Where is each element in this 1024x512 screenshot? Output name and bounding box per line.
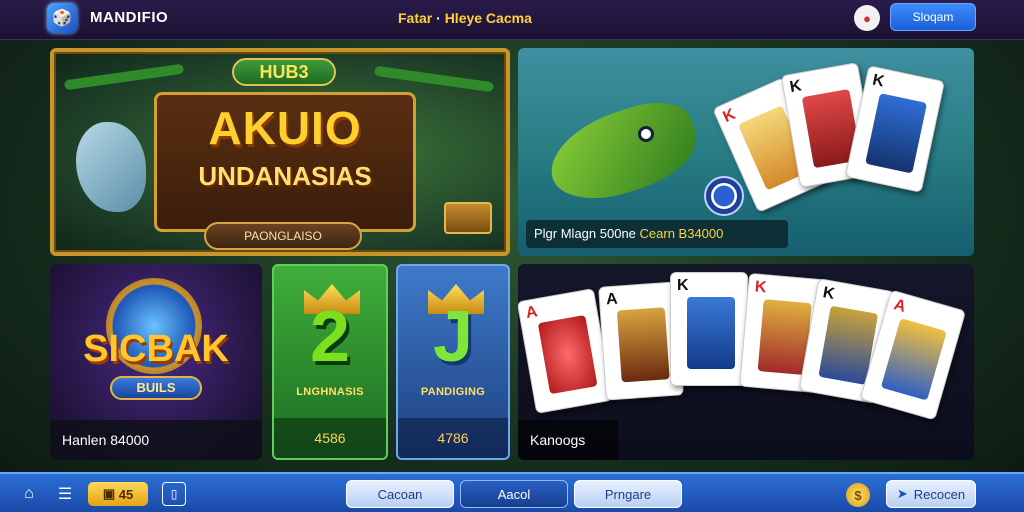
signin-button[interactable]: Sloqam: [890, 3, 976, 31]
card-art: [616, 307, 670, 383]
arrow-icon: ➤: [896, 486, 908, 501]
card-game-footer: Kanoogs: [518, 420, 618, 460]
grid-icon[interactable]: ▯: [162, 482, 186, 506]
game-glyph: 2: [309, 297, 351, 377]
featured-play-button[interactable]: PAONGLAISO: [204, 222, 362, 250]
header-title-separator: ·: [436, 10, 441, 26]
card-rank: K: [870, 71, 886, 91]
fish-eye: [638, 126, 654, 142]
card-game-tile[interactable]: A A K K K A Kanoogs: [518, 264, 974, 460]
playing-card: K: [670, 272, 748, 386]
home-icon[interactable]: ⌂: [16, 482, 42, 506]
bottom-nav-bar: ⌂ ☰ ▣ 45 ▯ Cacoan Aacol Prngare $ ➤ Reco…: [0, 472, 1024, 512]
sicbo-subtitle-badge: BUILS: [110, 376, 202, 400]
card-rank: A: [524, 303, 539, 323]
fishing-caption: Plgr Mlagn 500ne Cearn B34000: [526, 220, 788, 248]
card-art: [537, 314, 598, 395]
card-rank: K: [677, 277, 689, 294]
header-title: Fatar · Hleye Cacma: [398, 10, 532, 26]
header-title-right: Hleye Cacma: [444, 10, 532, 26]
menu-icon[interactable]: ☰: [52, 482, 78, 506]
vine-decoration: [373, 65, 495, 93]
recharge-label: Recocen: [913, 486, 966, 502]
wallet-count: 45: [118, 486, 134, 502]
wallet-badge[interactable]: ▣ 45: [88, 482, 148, 506]
card-rank: K: [720, 105, 739, 127]
card-art: [865, 93, 928, 174]
poker-chip-icon: [704, 176, 744, 216]
game-brand-badge: HUB3: [232, 58, 336, 86]
featured-title-panel: AKUIO UNDANASIAS: [154, 92, 416, 232]
app-logo-icon[interactable]: 🎲: [47, 3, 77, 33]
card-art: [687, 297, 735, 369]
nav-button-2[interactable]: Aacol: [460, 480, 568, 508]
game-footer-value: 4786: [398, 418, 508, 458]
fishing-caption-text: Plgr Mlagn 500ne: [534, 226, 636, 241]
featured-title-line2: UNDANASIAS: [198, 161, 372, 191]
nav-button-3[interactable]: Prngare: [574, 480, 682, 508]
jack-game-tile[interactable]: J PANDIGING 4786: [396, 264, 510, 460]
fish-illustration: [539, 90, 707, 214]
card-rank: K: [821, 284, 836, 303]
header-title-left: Fatar: [398, 10, 433, 26]
sicbo-title: SICBAK: [83, 328, 229, 370]
card-rank: A: [605, 290, 619, 309]
recharge-button[interactable]: ➤ Recocen: [886, 480, 976, 508]
sicbo-game-tile[interactable]: SICBAK BUILS Hanlen 84000: [50, 264, 262, 460]
nav-button-1[interactable]: Cacoan: [346, 480, 454, 508]
featured-title-line1: AKUIO: [208, 102, 362, 154]
vine-decoration: [63, 63, 185, 91]
app-name: MANDIFIO: [90, 9, 169, 26]
card-rank: K: [754, 278, 768, 297]
card-art: [880, 318, 947, 401]
number-two-game-tile[interactable]: 2 LNGHNASIS 4586: [272, 264, 388, 460]
fishing-game-tile[interactable]: K K K Plgr Mlagn 500ne Cearn B34000: [518, 48, 974, 256]
game-footer-value: 4586: [274, 418, 386, 458]
sicbo-footer: Hanlen 84000: [50, 420, 262, 460]
coin-icon[interactable]: $: [846, 483, 870, 507]
game-glyph: J: [432, 297, 474, 377]
fish-illustration: [76, 122, 146, 212]
game-label: PANDIGING: [420, 386, 486, 398]
wallet-icon: ▣: [102, 486, 119, 501]
game-label: LNGHNASIS: [296, 386, 364, 398]
avatar[interactable]: ●: [854, 5, 880, 31]
card-rank: A: [891, 296, 908, 316]
card-rank: K: [788, 77, 803, 97]
treasure-chest-icon: [444, 202, 492, 234]
featured-game-tile[interactable]: HUB3 AKUIO UNDANASIAS PAONGLAISO: [50, 48, 510, 256]
top-bar: 🎲 MANDIFIO Fatar · Hleye Cacma ● Sloqam: [0, 0, 1024, 40]
fishing-caption-amount: Cearn B34000: [639, 226, 724, 241]
